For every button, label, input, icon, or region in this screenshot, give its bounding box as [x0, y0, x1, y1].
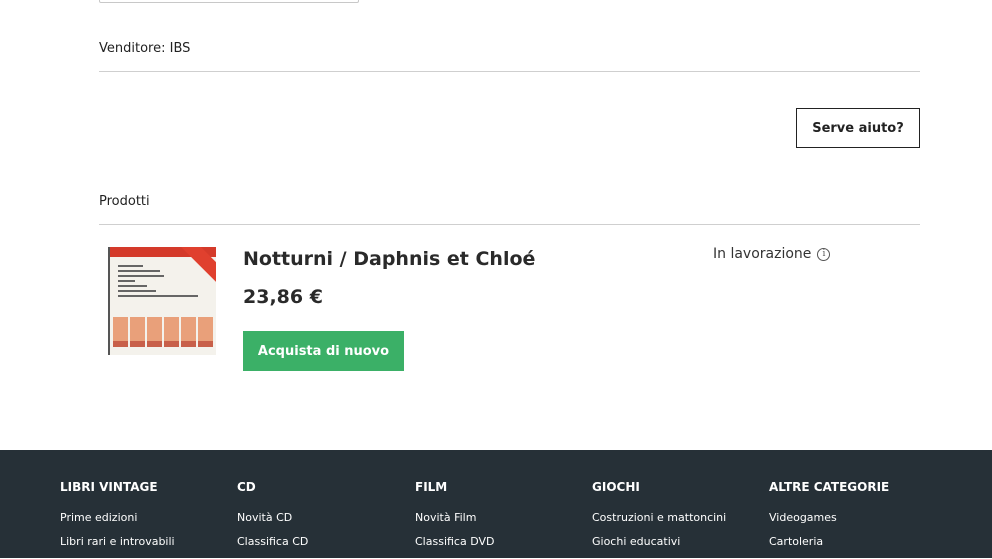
- footer-column-film: FILM Novità Film Classifica DVD: [415, 480, 494, 559]
- footer-column-title: CD: [237, 480, 256, 494]
- site-footer: LIBRI VINTAGE Prime edizioni Libri rari …: [0, 450, 992, 558]
- footer-link[interactable]: Giochi educativi: [592, 535, 726, 548]
- info-icon[interactable]: i: [817, 247, 831, 261]
- footer-link[interactable]: Novità CD: [237, 511, 308, 524]
- divider: [99, 224, 920, 225]
- footer-link[interactable]: Libri rari e introvabili: [60, 535, 175, 548]
- products-heading: Prodotti: [99, 194, 150, 209]
- footer-column-title: LIBRI VINTAGE: [60, 480, 158, 494]
- footer-link[interactable]: Cartoleria: [769, 535, 889, 548]
- footer-link[interactable]: Prime edizioni: [60, 511, 175, 524]
- footer-link[interactable]: Classifica CD: [237, 535, 308, 548]
- divider: [99, 71, 920, 72]
- footer-column-altre-categorie: ALTRE CATEGORIE Videogames Cartoleria: [769, 480, 889, 559]
- previous-field-box: [99, 0, 359, 3]
- footer-column-cd: CD Novità CD Classifica CD: [237, 480, 308, 559]
- product-price: 23,86 €: [243, 286, 323, 308]
- order-status: In lavorazione i: [713, 246, 831, 262]
- cover-illustration: [110, 317, 216, 347]
- footer-column-title: FILM: [415, 480, 448, 494]
- footer-link[interactable]: Costruzioni e mattoncini: [592, 511, 726, 524]
- footer-column-title: ALTRE CATEGORIE: [769, 480, 890, 494]
- footer-column-libri-vintage: LIBRI VINTAGE Prime edizioni Libri rari …: [60, 480, 175, 559]
- footer-link[interactable]: Classifica DVD: [415, 535, 494, 548]
- footer-link[interactable]: Novità Film: [415, 511, 494, 524]
- product-cover-image[interactable]: [108, 247, 216, 355]
- product-title[interactable]: Notturni / Daphnis et Chloé: [243, 248, 535, 270]
- help-button[interactable]: Serve aiuto?: [796, 108, 920, 148]
- cover-text-lines: [118, 265, 202, 300]
- footer-column-title: GIOCHI: [592, 480, 640, 494]
- order-status-label: In lavorazione: [713, 246, 812, 262]
- seller-label: Venditore: IBS: [99, 41, 191, 56]
- footer-column-giochi: GIOCHI Costruzioni e mattoncini Giochi e…: [592, 480, 726, 559]
- buy-again-button[interactable]: Acquista di nuovo: [243, 331, 404, 371]
- footer-link[interactable]: Videogames: [769, 511, 889, 524]
